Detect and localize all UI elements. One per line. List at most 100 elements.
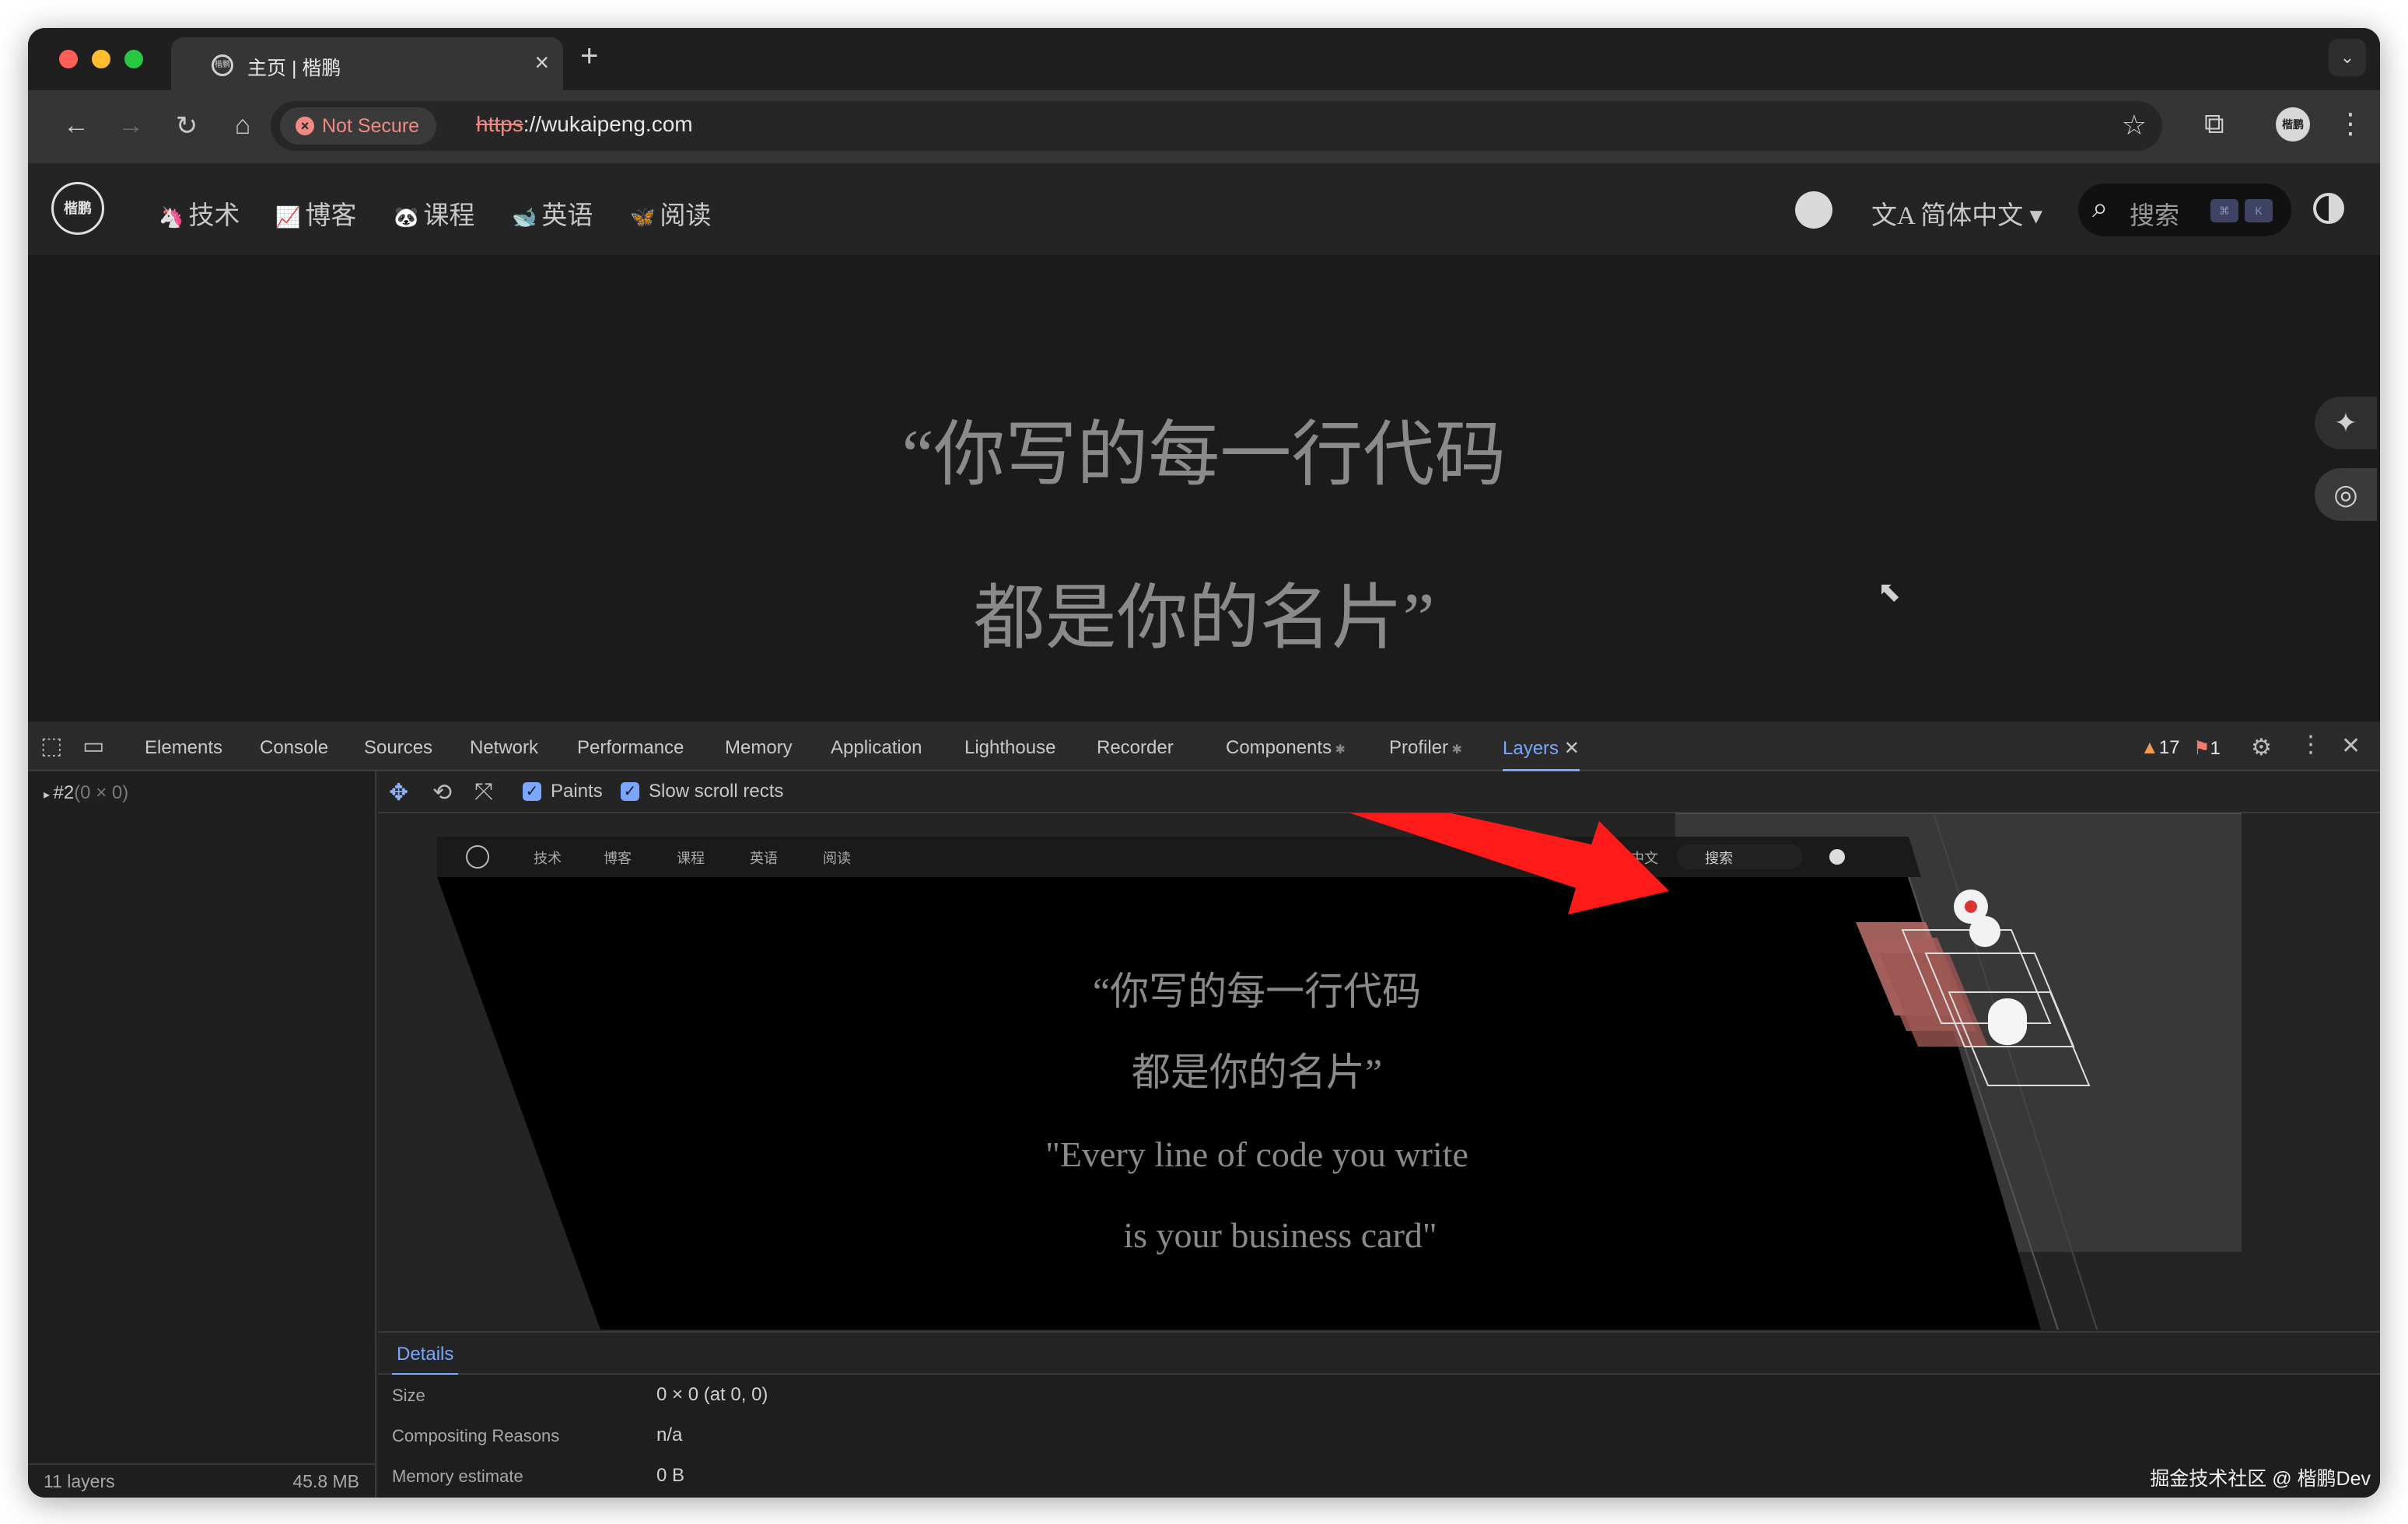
reset-transform-icon[interactable]: ⤧	[474, 779, 493, 806]
search-icon: ⌕	[2092, 191, 2108, 225]
nav-label: 英语	[541, 202, 593, 230]
tab-details[interactable]: Details	[392, 1344, 458, 1376]
settings-gear-icon[interactable]: ⚙	[2251, 734, 2272, 761]
sparkle-icon[interactable]: ✦	[2315, 397, 2377, 449]
preview-theme-toggle	[1829, 849, 1845, 865]
browser-window: 楷鹏 主页 | 楷鹏 × + ⌄ ← → ↻ ⌂ × Not Secure ht…	[28, 28, 2380, 1498]
security-label: Not Secure	[322, 115, 419, 137]
url-host: ://wukaipeng.com	[523, 112, 693, 136]
url-scheme: https	[476, 112, 523, 136]
whale-icon: 🐋	[512, 206, 537, 229]
detail-value: n/a	[656, 1424, 682, 1446]
tab-components[interactable]: Components ✱	[1226, 737, 1346, 759]
minimize-window-button[interactable]	[92, 50, 110, 68]
rotate-mode-icon[interactable]: ⟲	[432, 779, 452, 806]
detail-row: Size 0 × 0 (at 0, 0)	[378, 1375, 2380, 1415]
tab-profiler[interactable]: Profiler ✱	[1389, 737, 1462, 759]
maximize-window-button[interactable]	[124, 50, 143, 68]
devtools-tab-bar: ⬚ ▭ Elements Console Sources Network Per…	[28, 722, 2380, 771]
tab-console[interactable]: Console	[260, 737, 328, 759]
nav-item-english[interactable]: 🐋英语	[512, 194, 593, 232]
tab-memory[interactable]: Memory	[725, 737, 793, 759]
language-label: 简体中文	[1920, 202, 2023, 230]
layer-id: #2	[53, 782, 74, 803]
kbd-k: K	[2245, 199, 2273, 222]
close-window-button[interactable]	[59, 50, 78, 68]
tab-close-icon[interactable]: ×	[534, 48, 549, 77]
paints-checkbox[interactable]: ✓	[523, 782, 541, 801]
browser-tab[interactable]: 楷鹏 主页 | 楷鹏 ×	[171, 37, 563, 90]
nav-item-blog[interactable]: 📈博客	[275, 194, 356, 232]
warning-icon: ▲	[2140, 737, 2159, 758]
layer-dims: (0 × 0)	[74, 782, 128, 803]
extensions-icon[interactable]: ⧉	[2204, 107, 2224, 141]
nav-item-course[interactable]: 🐼课程	[394, 194, 474, 232]
pan-mode-icon[interactable]: ✥	[389, 779, 408, 806]
preview-nav-item: 博客	[604, 851, 632, 866]
slow-scroll-checkbox[interactable]: ✓	[621, 782, 639, 801]
tab-layers[interactable]: Layers ✕	[1503, 737, 1580, 772]
tab-label: Profiler	[1389, 737, 1448, 758]
more-options-icon[interactable]: ⋮	[2299, 731, 2322, 758]
tab-search-button[interactable]: ⌄	[2329, 39, 2366, 76]
errors-badge[interactable]: ⚑1	[2193, 737, 2221, 760]
butterfly-icon: 🦋	[630, 206, 655, 229]
nav-label: 技术	[188, 202, 240, 230]
profile-icon[interactable]: 楷鹏	[2276, 107, 2310, 142]
preview-quote-line-2: 都是你的名片”	[1132, 1050, 1382, 1094]
tab-recorder[interactable]: Recorder	[1097, 737, 1174, 759]
url-text[interactable]: https://wukaipeng.com	[476, 112, 693, 137]
layers-3d-canvas[interactable]: 技术 博客 课程 英语 阅读 简体中文 搜索 “你写的每一行代码 都是你的名片”…	[378, 813, 2380, 1331]
github-icon[interactable]	[1795, 191, 1832, 229]
nav-item-tech[interactable]: 🦄技术	[159, 194, 240, 232]
tab-lighthouse[interactable]: Lighthouse	[964, 737, 1055, 759]
tab-title: 主页 | 楷鹏	[247, 53, 341, 81]
site-logo[interactable]: 楷鹏	[51, 182, 104, 235]
preview-quote-line-3: "Every line of code you write	[1045, 1134, 1468, 1174]
layer-count: 11 layers	[44, 1471, 115, 1492]
reload-icon[interactable]: ↻	[171, 110, 202, 142]
tab-network[interactable]: Network	[470, 737, 538, 759]
tab-application[interactable]: Application	[831, 737, 922, 759]
forward-icon[interactable]: →	[115, 110, 146, 141]
new-tab-button[interactable]: +	[580, 39, 598, 74]
layers-toolbar: ✥ ⟲ ⤧ ✓ Paints ✓ Slow scroll rects	[378, 771, 2380, 813]
expand-arrow-icon[interactable]: ▸	[44, 788, 53, 802]
tab-performance[interactable]: Performance	[577, 737, 684, 759]
watermark: 掘金技术社区 @ 楷鹏Dev	[2150, 1463, 2371, 1491]
warnings-badge[interactable]: ▲17	[2140, 737, 2179, 759]
menu-icon[interactable]: ⋮	[2336, 107, 2364, 140]
back-icon[interactable]: ←	[61, 110, 92, 141]
bookmark-star-icon[interactable]: ☆	[2122, 109, 2147, 142]
preview-nav-item: 技术	[534, 851, 562, 866]
search-placeholder: 搜索	[2130, 196, 2179, 232]
tab-elements[interactable]: Elements	[145, 737, 222, 759]
home-icon[interactable]: ⌂	[227, 110, 258, 141]
close-icon[interactable]: ✕	[1559, 738, 1580, 759]
nav-item-reading[interactable]: 🦋阅读	[630, 194, 711, 232]
device-toolbar-icon[interactable]: ▭	[82, 732, 104, 760]
inspect-element-icon[interactable]: ⬚	[40, 732, 62, 760]
close-devtools-icon[interactable]: ✕	[2341, 732, 2361, 760]
preview-quote-line-1: “你写的每一行代码	[1093, 970, 1421, 1013]
theme-toggle-icon[interactable]	[2313, 193, 2344, 224]
security-chip[interactable]: × Not Secure	[280, 107, 436, 145]
web-page: 楷鹏 🦄技术 📈博客 🐼课程 🐋英语 🦋阅读 文A 简体中文 ▾ ⌕ 搜索 ⌘ …	[28, 163, 2380, 722]
avatar[interactable]: ◎	[2315, 468, 2377, 521]
tab-sources[interactable]: Sources	[364, 737, 432, 759]
language-selector[interactable]: 文A 简体中文 ▾	[1871, 194, 2042, 232]
site-header: 楷鹏 🦄技术 📈博客 🐼课程 🐋英语 🦋阅读 文A 简体中文 ▾ ⌕ 搜索 ⌘ …	[28, 163, 2380, 255]
layers-tree-sidebar: ▸ #2(0 × 0) 11 layers 45.8 MB	[28, 771, 376, 1498]
details-panel: Size 0 × 0 (at 0, 0) Compositing Reasons…	[378, 1375, 2380, 1498]
layer-tree-item[interactable]: ▸ #2(0 × 0)	[44, 782, 128, 804]
mouse-cursor-icon: ⬉	[1878, 575, 1901, 608]
nav-label: 博客	[305, 202, 356, 230]
preview-nav-item: 阅读	[823, 851, 851, 866]
page-layer	[437, 877, 2041, 1330]
warnings-count: 17	[2159, 737, 2180, 758]
memory-total: 45.8 MB	[292, 1471, 359, 1492]
error-flag-icon: ⚑	[2193, 738, 2210, 759]
address-bar[interactable]: × Not Secure https://wukaipeng.com ☆	[271, 101, 2162, 151]
detail-key: Size	[392, 1386, 425, 1406]
search-button[interactable]: ⌕ 搜索 ⌘ K	[2078, 184, 2291, 236]
